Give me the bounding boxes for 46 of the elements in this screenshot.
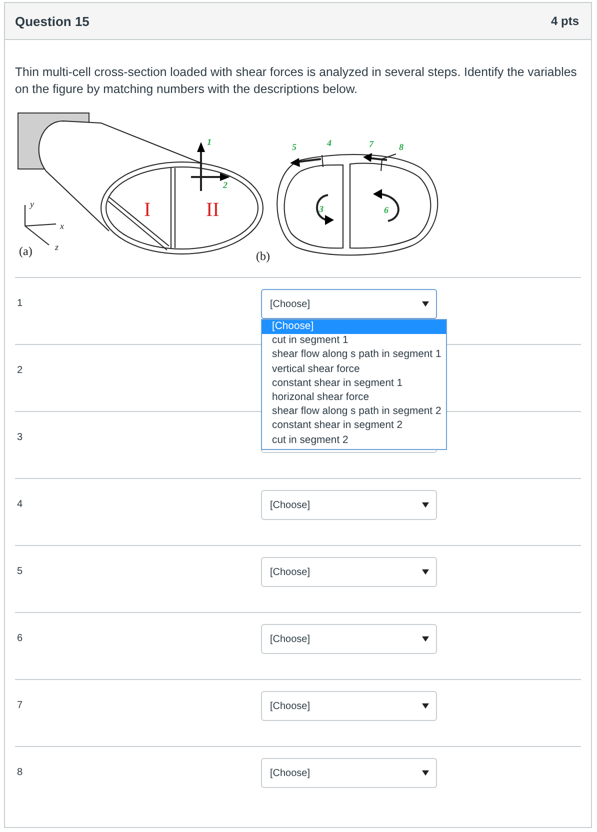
figure-label: x bbox=[60, 221, 64, 231]
answer-dropdown[interactable]: [Choose] bbox=[261, 490, 437, 520]
dropdown-option[interactable]: shear flow along s path in segment 1 bbox=[262, 348, 446, 363]
figure-label: 1 bbox=[207, 137, 212, 147]
dropdown-option[interactable]: shear flow along s path in segment 2 bbox=[262, 405, 446, 420]
item-number: 8 bbox=[16, 766, 24, 778]
answer-dropdown[interactable]: [Choose] bbox=[261, 691, 437, 721]
item-number: 4 bbox=[16, 498, 24, 510]
figure-label: y bbox=[30, 199, 34, 209]
caret-icon bbox=[422, 770, 429, 776]
dropdown-option[interactable]: cut in segment 1 bbox=[262, 334, 446, 348]
question-title: Question 15 bbox=[15, 14, 90, 28]
figure-label: 6 bbox=[384, 205, 388, 215]
dropdown-option[interactable]: constant shear in segment 2 bbox=[262, 419, 446, 434]
item-number: 2 bbox=[16, 364, 24, 376]
dropdown-option[interactable]: constant shear in segment 1 bbox=[262, 376, 446, 392]
figure-label: (a) bbox=[19, 244, 32, 258]
figure-label: 7 bbox=[369, 139, 374, 149]
figure-label: 3 bbox=[319, 204, 324, 214]
figure-label: (b) bbox=[256, 249, 270, 263]
figure-label: 4 bbox=[327, 138, 332, 148]
points-label: 4 pts bbox=[550, 14, 579, 28]
dropdown-option[interactable]: vertical shear force bbox=[262, 362, 446, 377]
item-number: 1 bbox=[16, 297, 24, 309]
item-number: 5 bbox=[16, 565, 24, 577]
answer-dropdown[interactable]: [Choose] bbox=[261, 289, 437, 319]
caret-icon bbox=[422, 703, 429, 709]
caret-icon bbox=[422, 502, 429, 508]
dropdown-option[interactable]: horizonal shear force bbox=[262, 391, 446, 406]
dropdown-option[interactable]: cut in segment 2 bbox=[262, 434, 446, 448]
item-number: 7 bbox=[16, 699, 24, 711]
caret-icon bbox=[422, 636, 429, 642]
item-number: 3 bbox=[16, 431, 24, 443]
figure-label: I bbox=[144, 199, 151, 221]
answer-dropdown[interactable]: [Choose] bbox=[261, 557, 437, 587]
answer-dropdown[interactable]: [Choose] bbox=[261, 624, 437, 654]
figure-label: 8 bbox=[399, 142, 404, 152]
figure-label: 5 bbox=[292, 142, 296, 152]
caret-icon bbox=[422, 569, 429, 575]
figure-label: 2 bbox=[223, 180, 228, 190]
answer-dropdown[interactable]: [Choose] bbox=[261, 758, 437, 788]
item-number: 6 bbox=[16, 632, 24, 644]
question-text: Thin multi-cell cross-section loaded with shear forces is analyzed in several steps. Identify the variables on the figure by matching numbers with the descriptions below. bbox=[15, 64, 578, 98]
figure-label: II bbox=[206, 199, 220, 221]
caret-icon bbox=[422, 301, 429, 307]
figure-label: z bbox=[55, 242, 59, 252]
